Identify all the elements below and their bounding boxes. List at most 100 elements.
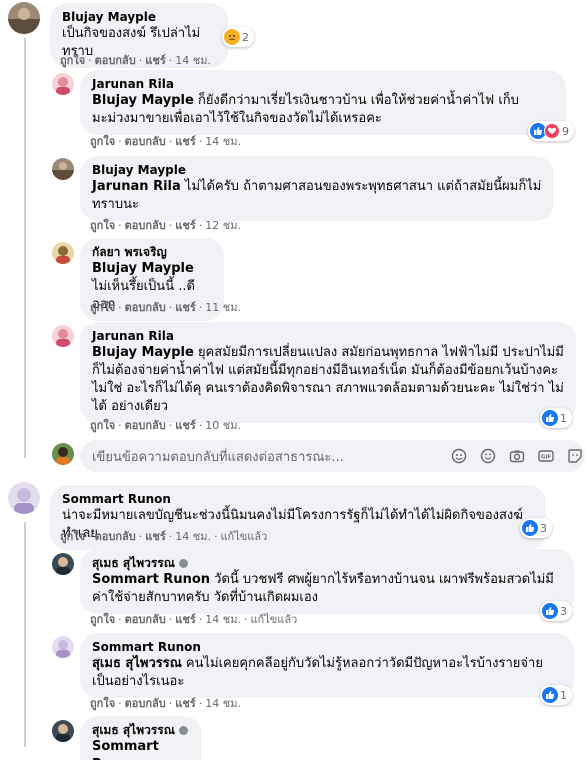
reply-button[interactable]: ตอบกลับ xyxy=(125,135,166,148)
mention-tag[interactable]: Blujay Mayple xyxy=(92,261,194,276)
share-button[interactable]: แชร์ xyxy=(175,219,195,232)
comment-actions: ถูกใจ · ตอบกลับ · แชร์ · 14 ชม. xyxy=(90,697,241,710)
reaction-count: 3 xyxy=(540,521,547,535)
like-icon xyxy=(542,687,558,703)
timestamp[interactable]: 11 ชม. xyxy=(205,301,241,314)
like-button[interactable]: ถูกใจ xyxy=(60,530,85,543)
thread-line xyxy=(24,38,26,458)
comment-author[interactable]: Blujay Mayple xyxy=(92,162,542,178)
reply-button[interactable]: ตอบกลับ xyxy=(125,697,166,710)
mention-tag[interactable]: Sommart Runon xyxy=(92,572,210,587)
avatar[interactable] xyxy=(52,720,74,742)
reaction-summary[interactable]: 2 xyxy=(222,27,254,47)
comment-bubble: Jarunan Rila Blujay Mayple ก็ยังดีกว่ามา… xyxy=(80,70,566,135)
camera-icon[interactable] xyxy=(509,448,525,464)
like-icon xyxy=(542,603,558,619)
reply-input[interactable]: เขียนข้อความตอบกลับที่แสดงต่อสาธารณะ... … xyxy=(80,440,585,472)
mention-tag[interactable]: Blujay Mayple xyxy=(92,345,194,360)
reply-button[interactable]: ตอบกลับ xyxy=(95,530,136,543)
timestamp[interactable]: 14 ชม. xyxy=(175,530,211,543)
comment-author[interactable]: สุเมธ สุไพวรรณ xyxy=(92,556,175,570)
like-button[interactable]: ถูกใจ xyxy=(60,54,85,67)
share-button[interactable]: แชร์ xyxy=(175,301,195,314)
share-button[interactable]: แชร์ xyxy=(145,54,165,67)
comment-author[interactable]: Jarunan Rila xyxy=(92,328,564,344)
love-icon xyxy=(544,123,560,139)
reply-button[interactable]: ตอบกลับ xyxy=(125,419,166,432)
comment-author[interactable]: Jarunan Rila xyxy=(92,76,554,92)
timestamp[interactable]: 14 ชม. xyxy=(175,54,211,67)
comment-author[interactable]: Sommart Runon xyxy=(92,639,562,655)
comment-bubble: สุเมธ สุไพวรรณ Sommart Runon xyxy=(80,716,202,760)
share-button[interactable]: แชร์ xyxy=(175,613,195,626)
edited-label: แก้ไขแล้ว xyxy=(220,530,268,543)
edited-label: แก้ไขแล้ว xyxy=(250,613,298,626)
current-user-avatar xyxy=(52,443,74,465)
timestamp[interactable]: 12 ชม. xyxy=(205,219,241,232)
avatar[interactable] xyxy=(8,482,40,514)
reaction-summary[interactable]: 1 xyxy=(540,685,572,705)
avatar[interactable] xyxy=(52,242,74,264)
like-icon xyxy=(542,410,558,426)
share-button[interactable]: แชร์ xyxy=(175,419,195,432)
avatar[interactable] xyxy=(52,636,74,658)
comment-bubble: Blujay Mayple Jarunan Rila ไม่ได้ครับ ถ้… xyxy=(80,156,554,221)
reply-button[interactable]: ตอบกลับ xyxy=(95,54,136,67)
avatar[interactable] xyxy=(8,2,40,34)
svg-text:GIF: GIF xyxy=(541,455,552,461)
reaction-count: 1 xyxy=(560,688,567,702)
comment-actions: ถูกใจ · ตอบกลับ · แชร์ · 14 ชม. xyxy=(60,54,211,67)
comment-actions: ถูกใจ · ตอบกลับ · แชร์ · 11 ชม. xyxy=(90,301,241,314)
reply-input-placeholder: เขียนข้อความตอบกลับที่แสดงต่อสาธารณะ... xyxy=(92,449,344,465)
sticker-icon[interactable] xyxy=(451,448,467,464)
avatar[interactable] xyxy=(52,325,74,347)
sticker-face-icon[interactable] xyxy=(567,448,583,464)
reaction-count: 3 xyxy=(560,604,567,618)
like-button[interactable]: ถูกใจ xyxy=(90,613,115,626)
mention-tag[interactable]: Sommart Runon xyxy=(92,739,159,760)
like-button[interactable]: ถูกใจ xyxy=(90,697,115,710)
timestamp[interactable]: 14 ชม. xyxy=(205,135,241,148)
share-button[interactable]: แชร์ xyxy=(145,530,165,543)
avatar[interactable] xyxy=(52,553,74,575)
reaction-summary[interactable]: 1 xyxy=(540,408,572,428)
like-button[interactable]: ถูกใจ xyxy=(90,135,115,148)
avatar[interactable] xyxy=(52,73,74,95)
timestamp[interactable]: 14 ชม. xyxy=(205,697,241,710)
comment-actions: ถูกใจ · ตอบกลับ · แชร์ · 14 ชม. · แก้ไขแล้ว xyxy=(90,613,298,626)
comment-actions: ถูกใจ · ตอบกลับ · แชร์ · 10 ชม. xyxy=(90,419,241,432)
sad-icon xyxy=(224,29,240,45)
reaction-summary[interactable]: 3 xyxy=(520,518,552,538)
comment-bubble: Jarunan Rila Blujay Mayple ยุคสมัยมีการเ… xyxy=(80,322,576,423)
verified-badge-icon xyxy=(178,559,188,568)
mention-tag[interactable]: สุเมธ สุไพวรรณ xyxy=(92,656,182,671)
like-button[interactable]: ถูกใจ xyxy=(90,301,115,314)
gif-icon[interactable]: GIF xyxy=(538,448,554,464)
thread-line xyxy=(24,522,26,747)
reply-button[interactable]: ตอบกลับ xyxy=(125,301,166,314)
share-button[interactable]: แชร์ xyxy=(175,135,195,148)
comment-author[interactable]: สุเมธ สุไพวรรณ xyxy=(92,723,175,737)
comment-actions: ถูกใจ · ตอบกลับ · แชร์ · 12 ชม. xyxy=(90,219,241,232)
reaction-summary[interactable]: 3 xyxy=(540,601,572,621)
timestamp[interactable]: 10 ชม. xyxy=(205,419,241,432)
comment-actions: ถูกใจ · ตอบกลับ · แชร์ · 14 ชม. · แก้ไขแล้ว xyxy=(60,530,268,543)
reaction-summary[interactable]: 9 xyxy=(528,121,574,141)
emoji-icon[interactable] xyxy=(480,448,496,464)
avatar[interactable] xyxy=(52,158,74,180)
comment-author[interactable]: Blujay Mayple xyxy=(62,9,216,25)
like-icon xyxy=(522,520,538,536)
like-button[interactable]: ถูกใจ xyxy=(90,219,115,232)
mention-tag[interactable]: Jarunan Rila xyxy=(92,179,181,194)
input-icon-bar: GIF xyxy=(451,448,583,464)
comment-author[interactable]: กัลยา พรเจริญ xyxy=(92,244,212,260)
mention-tag[interactable]: Blujay Mayple xyxy=(92,93,194,108)
comment-bubble: Sommart Runon สุเมธ สุไพวรรณ คนไม่เคยคุก… xyxy=(80,633,574,698)
reply-button[interactable]: ตอบกลับ xyxy=(125,219,166,232)
verified-badge-icon xyxy=(178,726,188,735)
share-button[interactable]: แชร์ xyxy=(175,697,195,710)
reply-button[interactable]: ตอบกลับ xyxy=(125,613,166,626)
timestamp[interactable]: 14 ชม. xyxy=(205,613,241,626)
like-button[interactable]: ถูกใจ xyxy=(90,419,115,432)
comment-author[interactable]: Sommart Runon xyxy=(62,491,534,507)
